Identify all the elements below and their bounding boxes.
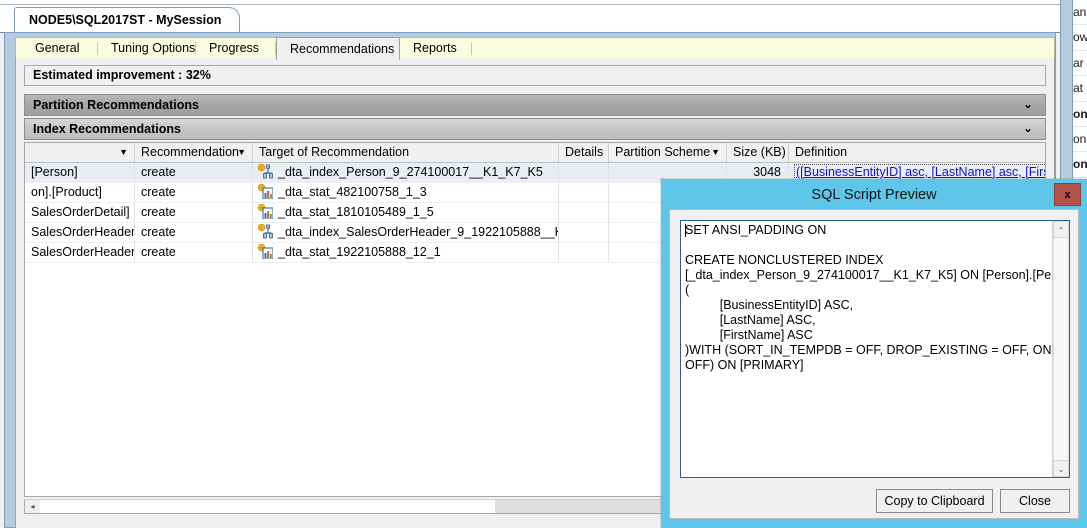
dialog-title: SQL Script Preview — [811, 187, 937, 203]
chevron-down-icon[interactable]: ⌄ — [1021, 119, 1035, 139]
column-header-recommendation[interactable]: Recommendation ▼ — [135, 143, 253, 162]
bg-list-item: on — [1072, 102, 1087, 127]
column-header-label: Partition Scheme — [615, 145, 711, 159]
tab-progress[interactable]: Progress — [196, 38, 276, 59]
cell-details — [559, 183, 609, 202]
target-label: _dta_stat_1810105489_1_5 — [278, 205, 434, 219]
column-header-label: Details — [565, 145, 604, 159]
cell-target: _dta_stat_482100758_1_3 — [253, 183, 559, 202]
filter-dropdown-icon[interactable]: ▼ — [711, 143, 720, 162]
cell-database-object: SalesOrderHeader] — [25, 223, 135, 242]
sql-script-text: SET ANSI_PADDING ON CREATE NONCLUSTERED … — [685, 223, 1070, 372]
index-icon — [257, 223, 273, 239]
column-header-label: Recommendation — [141, 145, 239, 159]
tab-label: Progress — [209, 41, 260, 55]
cell-recommendation: create — [135, 163, 253, 182]
tab-label: Reports — [413, 41, 457, 55]
tab-label: Tuning Options — [111, 41, 196, 55]
bg-list-item: on — [1072, 152, 1087, 178]
document-tabstrip: NODE5\SQL2017ST - MySession — [0, 5, 1060, 33]
sql-vertical-scrollbar[interactable]: ⌃ ⌄ — [1052, 221, 1069, 477]
index-icon — [257, 163, 273, 179]
target-label: _dta_index_Person_9_274100017__K1_K7_K5 — [278, 165, 543, 179]
bg-list-item: an — [1072, 0, 1087, 26]
column-header-label: Target of Recommendation — [259, 145, 410, 159]
cell-target: _dta_stat_1810105489_1_5 — [253, 203, 559, 222]
cell-recommendation: create — [135, 223, 253, 242]
partition-recommendations-header[interactable]: Partition Recommendations ⌄ — [24, 94, 1046, 116]
section-title: Index Recommendations — [33, 122, 181, 136]
tab-reports[interactable]: Reports — [400, 38, 472, 59]
scroll-up-arrow-icon[interactable]: ⌃ — [1053, 221, 1069, 238]
column-header-target[interactable]: Target of Recommendation — [253, 143, 559, 162]
cell-details — [559, 203, 609, 222]
cell-database-object: [Person] — [25, 163, 135, 182]
cell-target: _dta_stat_1922105888_12_1 — [253, 243, 559, 262]
screenshot-root: an ow ar at on on on on on on NODE5\SQL2… — [0, 0, 1087, 528]
cell-database-object: SalesOrderHeader] — [25, 243, 135, 262]
column-header-label: Definition — [795, 145, 848, 159]
statistics-icon — [257, 183, 274, 200]
estimated-improvement: Estimated improvement : 32% — [24, 65, 1046, 86]
tab-recommendations[interactable]: Recommendations — [276, 37, 400, 60]
bg-list-item: at — [1072, 76, 1087, 102]
sql-script-textarea[interactable]: SET ANSI_PADDING ON CREATE NONCLUSTERED … — [680, 220, 1070, 478]
bg-list-item: ar — [1072, 51, 1087, 77]
tab-divider — [471, 42, 472, 55]
cell-target: _dta_index_SalesOrderHeader_9_1922105888… — [253, 223, 559, 242]
cell-recommendation: create — [135, 183, 253, 202]
column-header-partition-scheme[interactable]: Partition Scheme ▼ — [609, 143, 727, 162]
filter-dropdown-icon[interactable]: ▼ — [237, 143, 246, 162]
cell-database-object: SalesOrderDetail] — [25, 203, 135, 222]
scrollbar-thumb[interactable] — [40, 500, 496, 513]
definition-link[interactable]: ([BusinessEntityID] asc, [LastName] asc,… — [794, 164, 1045, 180]
close-button[interactable]: Close — [1000, 489, 1070, 513]
tab-tuning-options[interactable]: Tuning Options — [98, 38, 196, 59]
filter-dropdown-icon[interactable]: ▼ — [119, 143, 128, 162]
scroll-left-arrow-icon[interactable]: ◂ — [25, 500, 40, 513]
section-title: Partition Recommendations — [33, 98, 199, 112]
column-header-label: Size (KB) — [733, 145, 786, 159]
target-label: _dta_stat_1922105888_12_1 — [278, 245, 441, 259]
tab-general[interactable]: General — [22, 38, 98, 59]
target-label: _dta_stat_482100758_1_3 — [278, 185, 427, 199]
bg-list-item: on — [1072, 127, 1087, 153]
cell-recommendation: create — [135, 203, 253, 222]
chevron-down-icon[interactable]: ⌄ — [1021, 95, 1035, 115]
column-header-database-object[interactable]: ▼ — [25, 143, 135, 162]
cell-details — [559, 243, 609, 262]
cell-details — [559, 223, 609, 242]
column-header-size-kb[interactable]: Size (KB) — [727, 143, 789, 162]
column-header-definition[interactable]: Definition — [789, 143, 1045, 162]
sql-script-preview-dialog: SQL Script Preview x SET ANSI_PADDING ON… — [661, 179, 1087, 528]
dialog-body: SET ANSI_PADDING ON CREATE NONCLUSTERED … — [669, 209, 1079, 519]
cell-details — [559, 163, 609, 182]
cell-recommendation: create — [135, 243, 253, 262]
bg-list-item: ow — [1072, 25, 1087, 51]
grid-header-row: ▼ Recommendation ▼ Target of Recommendat… — [25, 143, 1045, 163]
tabstrip: General Tuning Options Progress Recommen… — [15, 37, 1055, 60]
copy-to-clipboard-button[interactable]: Copy to Clipboard — [876, 489, 993, 513]
scrollbar-track[interactable] — [1053, 238, 1069, 460]
statistics-icon — [257, 243, 274, 260]
target-label: _dta_index_SalesOrderHeader_9_1922105888… — [278, 225, 558, 239]
session-tab[interactable]: NODE5\SQL2017ST - MySession — [14, 7, 241, 33]
tab-label: Recommendations — [290, 42, 395, 56]
cell-database-object: on].[Product] — [25, 183, 135, 202]
cell-target: _dta_index_Person_9_274100017__K1_K7_K5 — [253, 163, 559, 182]
tab-label: General — [35, 41, 80, 55]
scroll-down-arrow-icon[interactable]: ⌄ — [1053, 460, 1069, 477]
statistics-icon — [257, 203, 274, 220]
close-icon[interactable]: x — [1054, 183, 1081, 206]
column-header-details[interactable]: Details — [559, 143, 609, 162]
index-recommendations-header[interactable]: Index Recommendations ⌄ — [24, 118, 1046, 140]
